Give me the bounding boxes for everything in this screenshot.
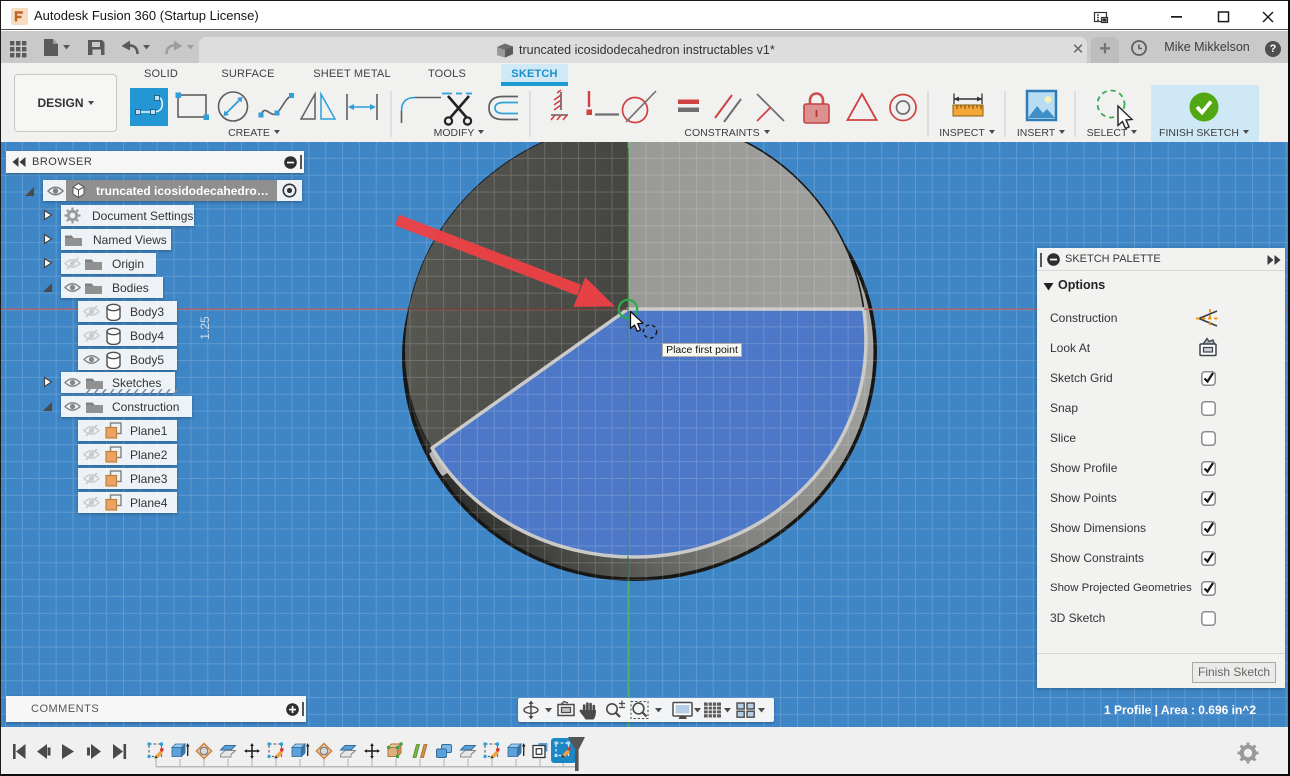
svg-text:1.25: 1.25 [198, 316, 212, 340]
